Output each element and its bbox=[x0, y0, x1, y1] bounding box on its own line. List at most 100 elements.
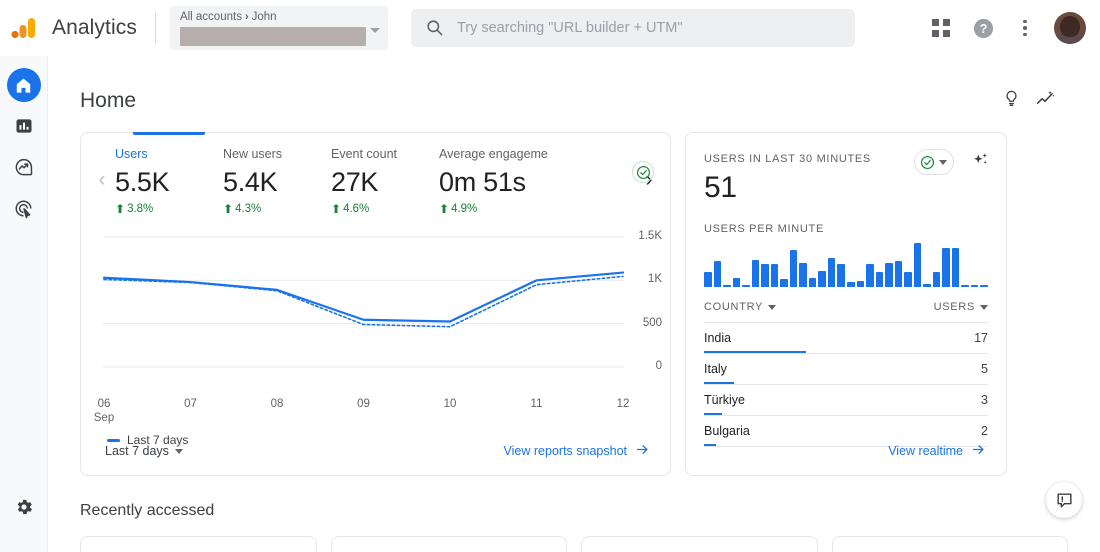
sparkline-bar bbox=[856, 281, 865, 287]
avatar[interactable] bbox=[1054, 12, 1086, 44]
recent-card[interactable] bbox=[80, 536, 317, 552]
sparkline-bar bbox=[885, 262, 893, 287]
help-icon[interactable]: ? bbox=[970, 15, 996, 41]
recently-accessed-section: Recently accessed bbox=[48, 476, 1100, 552]
breadcrumb-account: John bbox=[251, 10, 277, 23]
recent-card[interactable] bbox=[831, 536, 1068, 552]
dashboard-cards: ‹ Users 5.5K ⬆ 3.8% New users 5.4K ⬆ 4.3… bbox=[48, 114, 1100, 476]
recently-accessed-title: Recently accessed bbox=[80, 502, 215, 519]
top-app-bar: Analytics All accounts › John ? bbox=[0, 0, 1100, 56]
x-axis-tick: 11 bbox=[530, 398, 543, 410]
apps-grid-icon[interactable] bbox=[928, 15, 954, 41]
chevron-down-icon[interactable] bbox=[369, 27, 380, 33]
country-users: 3 bbox=[981, 393, 988, 407]
page-header: Home bbox=[48, 56, 1100, 114]
view-realtime-link[interactable]: View realtime bbox=[888, 442, 986, 460]
column-header-country[interactable]: COUNTRY bbox=[704, 301, 777, 313]
main-content: Home ‹ Users 5.5K ⬆ 3.8% New users 5.4K … bbox=[48, 56, 1100, 552]
metric-average-engagement[interactable]: Average engageme 0m 51s ⬆ 4.9% bbox=[439, 143, 548, 215]
search-bar[interactable] bbox=[410, 8, 855, 47]
users-per-minute-label: USERS PER MINUTE bbox=[704, 223, 824, 235]
sparkline-bar bbox=[732, 278, 741, 287]
view-reports-snapshot-link[interactable]: View reports snapshot bbox=[504, 442, 650, 460]
x-axis-tick: 12 bbox=[616, 398, 630, 410]
feedback-button[interactable] bbox=[1046, 482, 1082, 518]
y-axis-tick: 1K bbox=[647, 273, 662, 286]
metric-delta: ⬆ 4.9% bbox=[439, 203, 547, 215]
metric-new-users[interactable]: New users 5.4K ⬆ 4.3% bbox=[223, 143, 331, 215]
metric-label: Average engageme bbox=[439, 147, 548, 161]
link-label: View realtime bbox=[888, 444, 963, 458]
metric-delta-value: 4.6% bbox=[343, 203, 370, 215]
insights-lightbulb-icon[interactable] bbox=[1002, 89, 1021, 113]
data-quality-check-icon[interactable] bbox=[632, 161, 654, 183]
column-label: USERS bbox=[933, 301, 975, 313]
sparkline-bar bbox=[780, 278, 788, 287]
arrow-up-icon: ⬆ bbox=[223, 202, 234, 216]
date-range-label: Last 7 days bbox=[105, 444, 169, 458]
sidebar-item-home[interactable] bbox=[6, 68, 41, 102]
x-axis-tick: 07 bbox=[184, 398, 197, 410]
chevron-left-icon[interactable]: ‹ bbox=[89, 169, 115, 190]
x-axis-tick: 09 bbox=[357, 398, 370, 410]
reports-overview-card: ‹ Users 5.5K ⬆ 3.8% New users 5.4K ⬆ 4.3… bbox=[80, 132, 671, 476]
users-per-minute-sparkline bbox=[686, 243, 1006, 287]
country-name: Türkiye bbox=[704, 393, 745, 407]
metric-value: 5.4K bbox=[223, 167, 278, 197]
metric-users[interactable]: Users 5.5K ⬆ 3.8% bbox=[115, 143, 223, 215]
date-range-selector[interactable]: Last 7 days bbox=[105, 444, 183, 458]
recent-card[interactable] bbox=[581, 536, 818, 552]
sparkline-bar bbox=[713, 261, 722, 287]
sparkline-bar bbox=[932, 272, 941, 287]
account-property-picker[interactable]: All accounts › John bbox=[169, 5, 388, 50]
breadcrumb-root: All accounts bbox=[179, 10, 242, 23]
metric-delta: ⬆ 4.3% bbox=[223, 203, 331, 215]
recent-card[interactable] bbox=[330, 536, 567, 552]
sparkline-bar bbox=[789, 250, 798, 287]
table-row[interactable]: Türkiye 3 bbox=[704, 385, 988, 416]
sidebar-item-advertising[interactable] bbox=[7, 191, 41, 225]
table-row[interactable]: India 17 bbox=[704, 323, 988, 354]
sparkline-bar bbox=[904, 272, 912, 287]
x-axis-tick: 08 bbox=[270, 398, 284, 410]
metric-label: Users bbox=[115, 147, 148, 161]
sparkline-bar bbox=[761, 263, 769, 287]
sidebar-item-admin[interactable] bbox=[7, 490, 41, 524]
country-users: 17 bbox=[974, 331, 988, 345]
google-analytics-logo[interactable] bbox=[0, 15, 48, 41]
realtime-users-value: 51 bbox=[704, 171, 737, 204]
country-users: 5 bbox=[981, 362, 988, 376]
sparkline-bar bbox=[808, 278, 817, 287]
metric-delta-value: 4.3% bbox=[235, 203, 262, 215]
sidebar-item-explore[interactable] bbox=[7, 150, 41, 184]
intelligence-trend-icon[interactable] bbox=[1035, 88, 1056, 114]
arrow-right-icon bbox=[971, 442, 986, 460]
sparkline-bar bbox=[913, 243, 922, 287]
column-header-users[interactable]: USERS bbox=[934, 301, 988, 313]
table-row[interactable]: Italy 5 bbox=[704, 354, 988, 385]
realtime-status-badge[interactable] bbox=[914, 149, 954, 175]
realtime-card: USERS IN LAST 30 MINUTES 51 USERS PER MI… bbox=[685, 132, 1007, 476]
sparkle-ai-icon[interactable] bbox=[971, 151, 990, 175]
metric-value: 27K bbox=[331, 167, 379, 197]
search-input[interactable] bbox=[456, 19, 841, 36]
y-axis-tick: 1.5K bbox=[638, 230, 662, 242]
property-name-redacted bbox=[179, 26, 366, 46]
chevron-down-icon bbox=[174, 448, 183, 454]
sparkline-bar bbox=[970, 285, 979, 287]
y-axis-tick: 500 bbox=[642, 316, 662, 329]
country-share-bar bbox=[704, 381, 735, 384]
metric-delta-value: 4.9% bbox=[451, 203, 478, 215]
sidebar-item-reports[interactable] bbox=[7, 109, 41, 143]
arrow-up-icon: ⬆ bbox=[439, 202, 450, 216]
realtime-card-footer: View realtime bbox=[686, 427, 1006, 475]
metric-event-count[interactable]: Event count 27K ⬆ 4.6% bbox=[331, 143, 439, 215]
more-options-icon[interactable] bbox=[1012, 15, 1038, 41]
metric-delta: ⬆ 4.6% bbox=[331, 203, 439, 215]
table-header: COUNTRY USERS bbox=[704, 301, 988, 323]
page-title: Home bbox=[80, 89, 137, 112]
arrow-right-icon bbox=[635, 442, 650, 460]
sparkline-bar bbox=[846, 281, 855, 287]
search-icon bbox=[425, 18, 447, 37]
sparkline-bar bbox=[704, 272, 712, 287]
